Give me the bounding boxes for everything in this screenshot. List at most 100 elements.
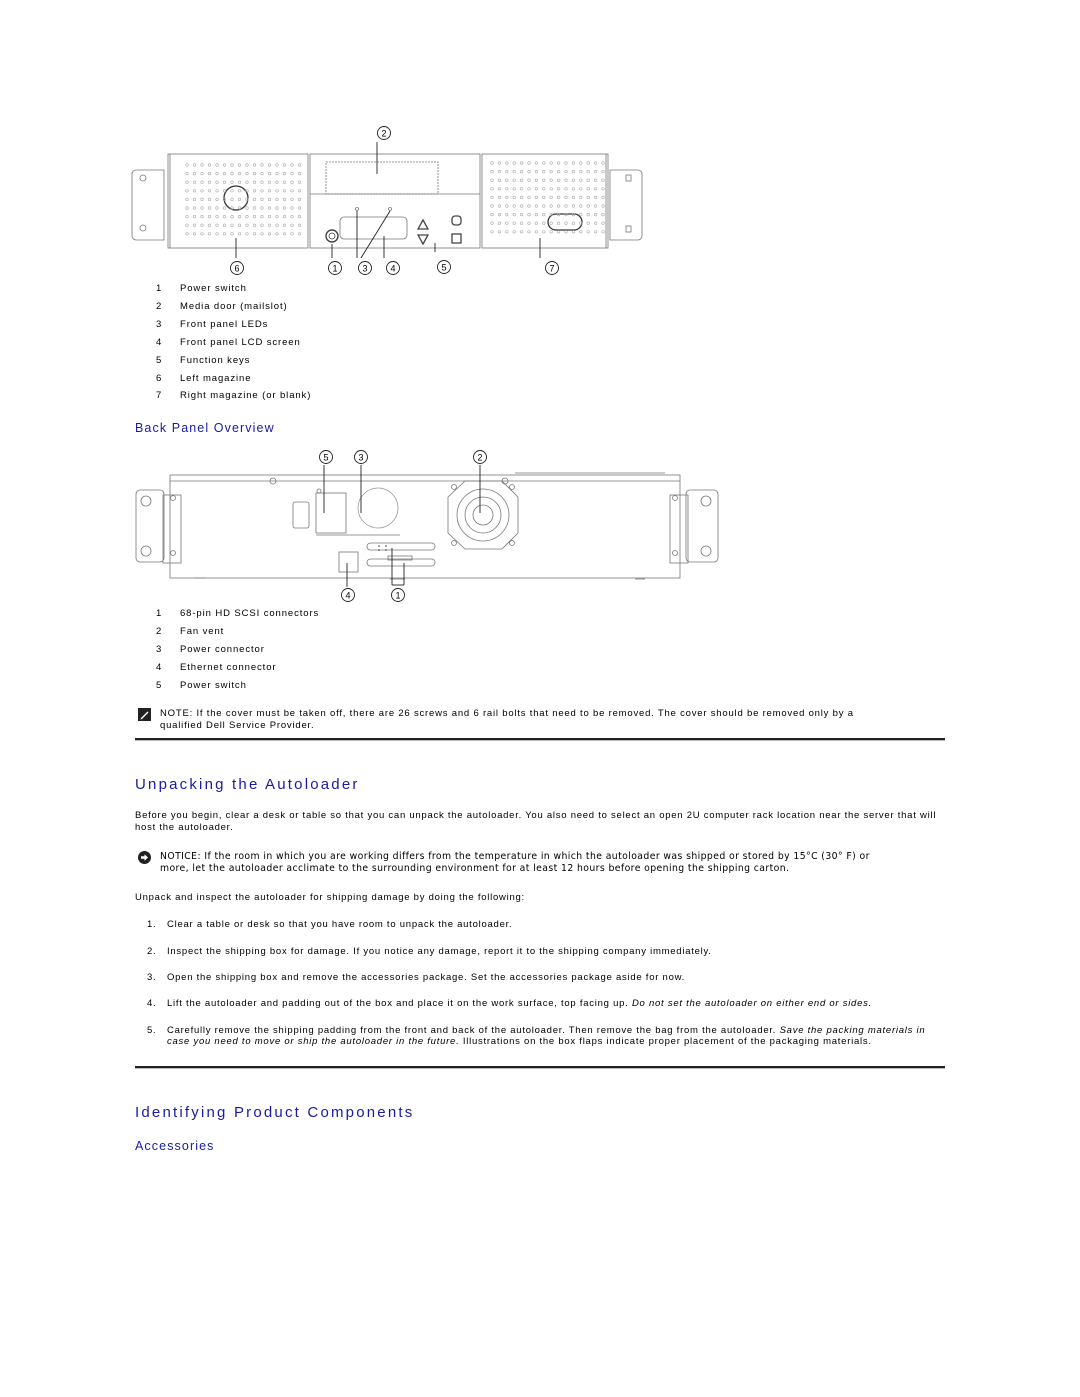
vent-hole [527,178,531,182]
pencil-note-icon [138,708,151,721]
vent-hole [512,204,516,208]
callout-4: 4 [341,588,355,602]
legend-item: 6 Left magazine [156,372,252,384]
vent-hole [215,214,219,219]
callout-2: 2 [473,450,487,464]
vent-hole [557,161,561,165]
vent-hole [601,178,605,182]
legend-item: 5 Function keys [156,354,251,366]
vent-hole [542,178,546,182]
vent-hole [579,161,583,165]
vent-hole [601,161,605,165]
vent-hole [297,206,302,210]
vent-hole [230,180,234,184]
vent-hole [534,187,539,191]
left-rack-ear [135,489,165,563]
vent-hole [267,214,272,219]
vent-hole [282,171,287,176]
callout-label: 2 [381,129,386,139]
vent-hole [275,232,279,236]
vent-hole [520,212,524,217]
vent-hole [579,204,583,208]
vent-hole [290,189,294,193]
callout-label: 2 [477,453,482,463]
vent-hole [601,212,605,217]
callout-1: 1 [328,261,342,275]
vent-hole [512,230,516,234]
vent-hole [215,232,219,236]
vent-hole [200,197,204,201]
vent-hole [290,214,294,219]
vent-hole [185,189,189,193]
vent-hole [252,223,257,227]
vent-hole [260,171,264,176]
vent-hole [297,163,302,167]
vent-hole [527,187,531,191]
vent-hole [549,204,553,208]
vent-hole [497,195,502,199]
vent-hole [200,180,204,184]
vent-hole [527,161,531,165]
vent-hole [505,169,509,174]
vent-hole [586,195,590,199]
vent-hole [557,230,561,234]
unpacking-intro: Before you begin, clear a desk or table … [135,810,937,833]
vent-hole [245,223,249,227]
vent-hole [275,206,279,210]
vent-hole [260,163,264,167]
vent-hole [200,206,204,210]
vent-hole [252,206,257,210]
vent-hole [290,197,294,201]
callout-5: 5 [319,450,333,464]
vent-hole [215,180,219,184]
vent-hole [571,204,576,208]
vent-hole [282,180,287,184]
vent-hole [207,171,212,176]
notice-text: NOTICE: If the room in which you are wor… [160,851,870,874]
vent-hole [267,223,272,227]
callout-label: 3 [362,264,367,274]
vent-hole [505,230,509,234]
notice-arrow-icon [138,851,151,864]
vent-hole [245,163,249,167]
vent-hole [297,189,302,193]
vent-hole [252,214,257,219]
legend-item: 2 Media door (mailslot) [156,301,288,313]
vent-hole [267,180,272,184]
vent-hole [601,195,605,199]
vent-hole [237,163,242,167]
vent-hole [542,212,546,217]
vent-hole [200,189,204,193]
vent-hole [237,223,242,227]
vent-hole [549,169,553,174]
vent-hole [520,221,524,225]
vent-hole [275,197,279,201]
vent-hole [579,178,583,182]
vent-hole [267,232,272,236]
vent-hole [237,214,242,219]
chassis [169,474,681,579]
vent-hole [252,189,257,193]
vent-hole [527,169,531,174]
vent-hole [534,195,539,199]
callout-2: 2 [377,126,391,140]
vent-hole [275,223,279,227]
vent-hole [267,197,272,201]
vent-hole [594,187,598,191]
vent-hole [490,221,494,225]
vent-hole [594,204,598,208]
vent-hole [586,204,590,208]
vent-hole [290,171,294,176]
vent-hole [594,195,598,199]
components-heading: Identifying Product Components [135,1104,415,1121]
vent-hole [207,223,212,227]
vent-hole [571,169,576,174]
vent-hole [230,163,234,167]
vent-hole [290,180,294,184]
section-divider [135,738,945,741]
unpacking-heading: Unpacking the Autoloader [135,776,360,793]
vent-hole [252,171,257,176]
vent-hole [185,180,189,184]
vent-hole [267,163,272,167]
vent-hole [571,230,576,234]
